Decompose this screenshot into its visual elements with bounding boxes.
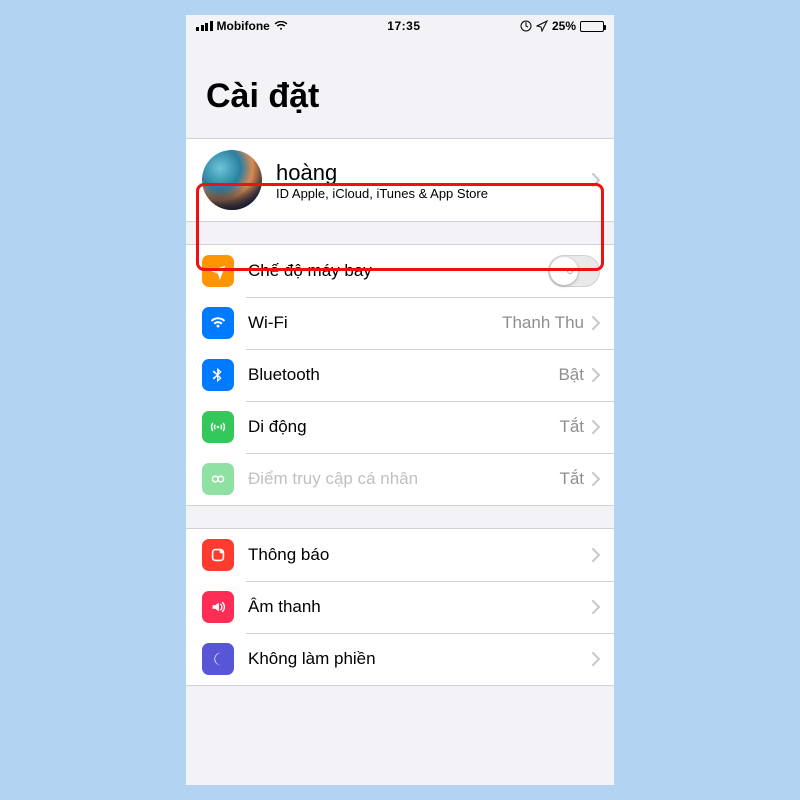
connectivity-group: Chế độ máy bay Wi-Fi Thanh Thu Bluetooth… (186, 244, 614, 506)
profile-subtitle: ID Apple, iCloud, iTunes & App Store (276, 186, 592, 201)
wifi-settings-icon (202, 307, 234, 339)
chevron-right-icon (592, 316, 600, 330)
airplane-toggle[interactable] (548, 255, 600, 287)
profile-group: hoàng ID Apple, iCloud, iTunes & App Sto… (186, 138, 614, 222)
chevron-right-icon (592, 600, 600, 614)
signal-icon (196, 21, 213, 31)
notifications-row[interactable]: Thông báo (186, 529, 614, 581)
profile-name: hoàng (276, 160, 592, 186)
bluetooth-icon (202, 359, 234, 391)
notifications-icon (202, 539, 234, 571)
cellular-row[interactable]: Di động Tắt (186, 401, 614, 453)
hotspot-label: Điểm truy cập cá nhân (248, 469, 559, 489)
hotspot-row[interactable]: Điểm truy cập cá nhân Tắt (186, 453, 614, 505)
cellular-icon (202, 411, 234, 443)
chevron-right-icon (592, 173, 600, 187)
bluetooth-label: Bluetooth (248, 365, 558, 385)
status-left: Mobifone (196, 19, 288, 33)
hotspot-value: Tắt (559, 469, 584, 489)
bluetooth-row[interactable]: Bluetooth Bật (186, 349, 614, 401)
sounds-row[interactable]: Âm thanh (186, 581, 614, 633)
dnd-row[interactable]: Không làm phiền (186, 633, 614, 685)
notifications-group: Thông báo Âm thanh Không làm phiền (186, 528, 614, 686)
apple-id-row[interactable]: hoàng ID Apple, iCloud, iTunes & App Sto… (186, 139, 614, 221)
chevron-right-icon (592, 652, 600, 666)
wifi-value: Thanh Thu (502, 313, 584, 333)
battery-pct: 25% (552, 19, 576, 33)
chevron-right-icon (592, 548, 600, 562)
battery-icon (580, 21, 604, 32)
wifi-label: Wi-Fi (248, 313, 502, 333)
wifi-icon (274, 21, 288, 31)
chevron-right-icon (592, 368, 600, 382)
carrier-label: Mobifone (217, 19, 270, 33)
avatar (202, 150, 262, 210)
cellular-label: Di động (248, 417, 559, 437)
airplane-label: Chế độ máy bay (248, 261, 548, 281)
sounds-label: Âm thanh (248, 597, 592, 617)
notifications-label: Thông báo (248, 545, 592, 565)
hotspot-icon (202, 463, 234, 495)
wifi-row[interactable]: Wi-Fi Thanh Thu (186, 297, 614, 349)
compass-icon (520, 20, 532, 32)
chevron-right-icon (592, 420, 600, 434)
location-icon (536, 20, 548, 32)
status-bar: Mobifone 17:35 25% (186, 15, 614, 37)
settings-screen: Mobifone 17:35 25% Cài đặt hoàng ID Appl… (186, 15, 614, 785)
airplane-mode-row[interactable]: Chế độ máy bay (186, 245, 614, 297)
dnd-label: Không làm phiền (248, 649, 592, 669)
chevron-right-icon (592, 472, 600, 486)
airplane-icon (202, 255, 234, 287)
status-right: 25% (520, 19, 604, 33)
cellular-value: Tắt (559, 417, 584, 437)
dnd-icon (202, 643, 234, 675)
clock: 17:35 (387, 19, 420, 33)
bluetooth-value: Bật (558, 365, 584, 385)
sounds-icon (202, 591, 234, 623)
page-title: Cài đặt (186, 37, 614, 128)
